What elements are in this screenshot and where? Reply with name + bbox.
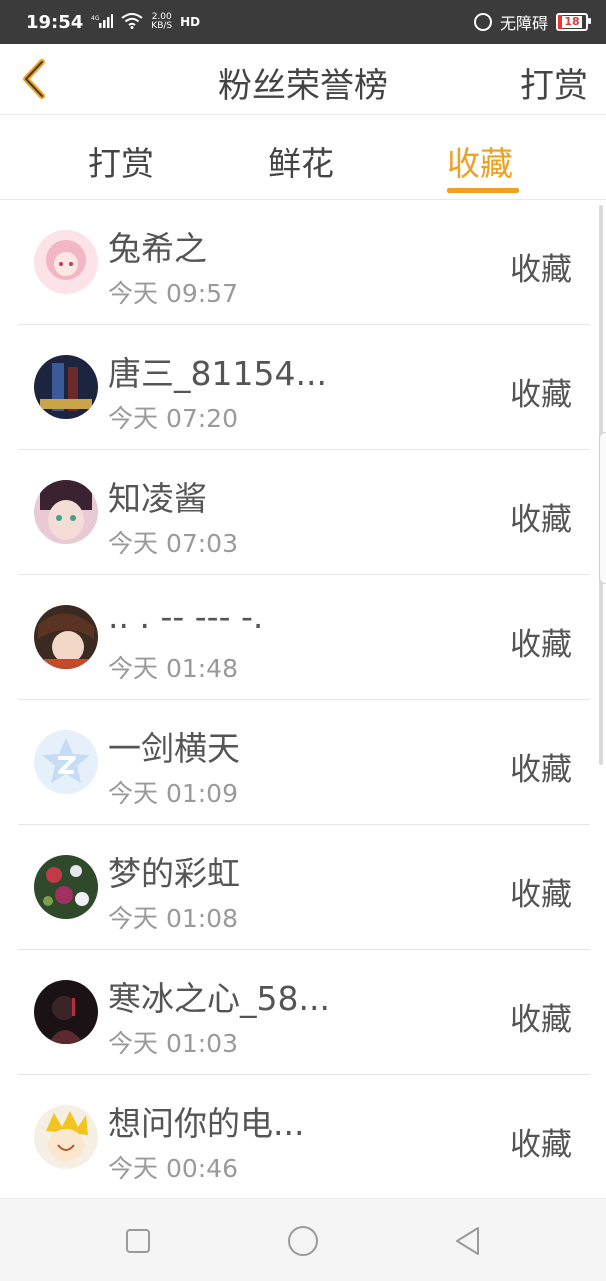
user-name: 寒冰之心_58... [108,979,330,1018]
user-name: .. . -- --- -. [108,597,264,636]
timestamp: 今天 00:46 [108,1154,238,1183]
user-name: 想问你的电... [108,1104,305,1143]
timestamp: 今天 01:08 [108,904,238,933]
list-item[interactable]: 梦的彩虹 今天 01:08 收藏 [18,825,590,950]
battery-icon: 18 [556,13,591,31]
square-icon [126,1229,150,1253]
reward-button[interactable]: 打赏 [520,58,588,107]
signal-icon: 4G [91,14,114,30]
system-nav-bar [0,1198,606,1281]
action-label: 收藏 [510,502,572,538]
avatar [34,1105,98,1169]
action-label: 收藏 [510,877,572,913]
avatar [34,730,98,794]
app-header: 粉丝荣誉榜 打赏 [0,44,606,115]
avatar [34,230,98,294]
timestamp: 今天 01:03 [108,1029,238,1058]
action-label: 收藏 [510,377,572,413]
wifi-icon [121,13,143,31]
hd-icon: HD [180,15,201,29]
avatar [34,355,98,419]
home-button[interactable] [283,1221,323,1261]
tab-reward[interactable]: 打赏 [88,137,154,185]
list-item[interactable]: 想问你的电... 今天 00:46 收藏 [18,1075,590,1198]
rotation-lock-icon [473,13,492,31]
list-item[interactable]: 唐三_81154... 今天 07:20 收藏 [18,325,590,450]
user-name: 梦的彩虹 [108,854,240,893]
timestamp: 今天 07:20 [108,404,238,433]
edge-panel-handle[interactable] [599,432,606,584]
battery-level: 18 [562,15,582,28]
timestamp: 今天 01:09 [108,779,238,808]
action-label: 收藏 [510,1127,572,1163]
tab-favorites[interactable]: 收藏 [447,137,513,185]
user-name: 唐三_81154... [108,354,327,393]
user-name: 一剑横天 [108,729,240,768]
status-time: 19:54 [26,11,84,33]
status-bar: 19:54 4G 2.00 KB/S HD 无障碍 18 [0,0,606,44]
list-item[interactable]: 寒冰之心_58... 今天 01:03 收藏 [18,950,590,1075]
net-speed: 2.00 KB/S [151,13,172,31]
back-nav-button[interactable] [448,1221,488,1261]
net-speed-unit: KB/S [151,21,173,31]
network-type: 4G [91,15,100,22]
fan-list: 兔希之 今天 09:57 收藏 唐三_81154... 今天 07:20 收藏 … [0,200,606,1198]
list-item[interactable]: 知凌酱 今天 07:03 收藏 [18,450,590,575]
avatar [34,605,98,669]
avatar [34,480,98,544]
list-item[interactable]: 一剑横天 今天 01:09 收藏 [18,700,590,825]
circle-icon [288,1226,318,1256]
timestamp: 今天 07:03 [108,529,238,558]
recents-button[interactable] [118,1221,158,1261]
list-item[interactable]: .. . -- --- -. 今天 01:48 收藏 [18,575,590,700]
tab-active-indicator [447,188,519,193]
tab-flowers[interactable]: 鲜花 [268,137,334,185]
avatar [34,980,98,1044]
action-label: 收藏 [510,1002,572,1038]
timestamp: 今天 09:57 [108,279,238,308]
page-title: 粉丝荣誉榜 [218,66,388,106]
triangle-back-icon [456,1227,479,1255]
avatar [34,855,98,919]
accessibility-label: 无障碍 [499,14,548,33]
timestamp: 今天 01:48 [108,654,238,683]
action-label: 收藏 [510,252,572,288]
action-label: 收藏 [510,627,572,663]
user-name: 知凌酱 [108,479,207,518]
user-name: 兔希之 [108,229,207,268]
action-label: 收藏 [510,752,572,788]
list-item[interactable]: 兔希之 今天 09:57 收藏 [18,200,590,325]
